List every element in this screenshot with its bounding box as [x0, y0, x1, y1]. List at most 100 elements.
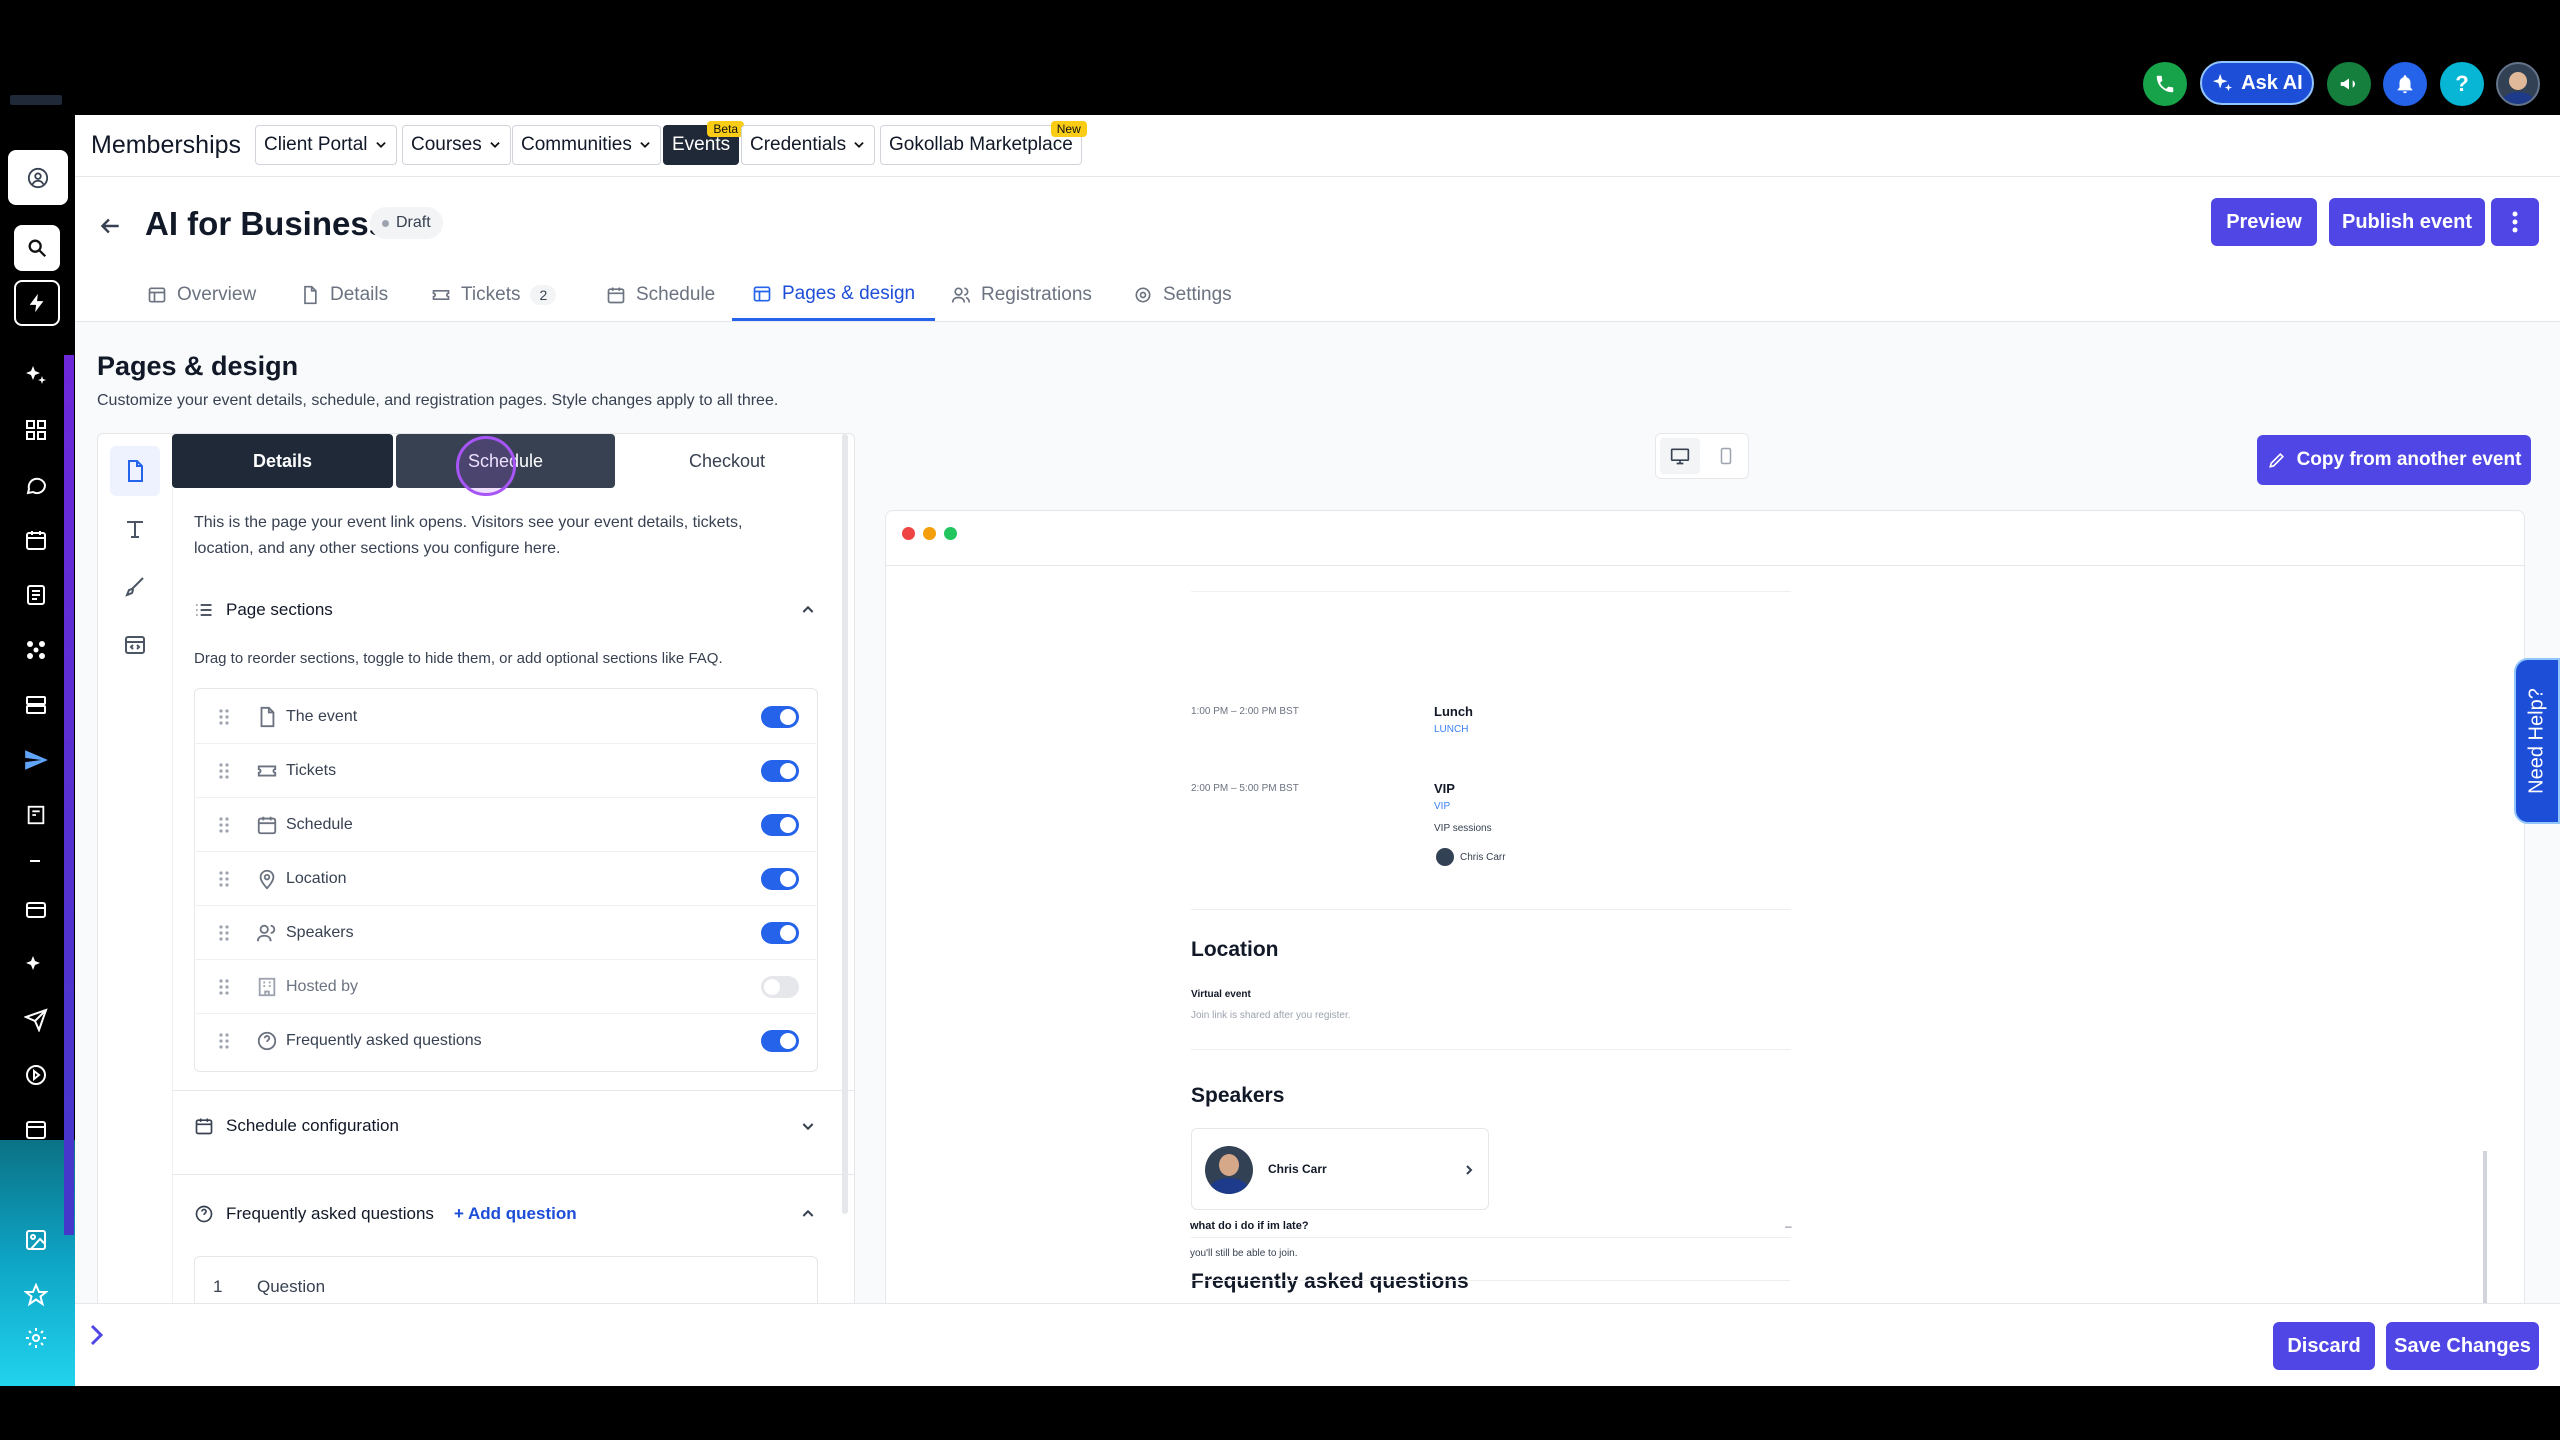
section-toggle[interactable] [761, 867, 799, 890]
page-sections-header[interactable]: Page sections [194, 590, 818, 630]
contacts-icon[interactable] [16, 575, 56, 615]
drag-handle-icon[interactable] [218, 977, 230, 997]
rail-divider [30, 860, 40, 862]
section-row-faq[interactable]: Frequently asked questions [194, 1014, 818, 1068]
section-toggle[interactable] [761, 705, 799, 728]
schedule-description-2: VIP sessions [1434, 823, 1492, 834]
account-switcher[interactable] [8, 150, 68, 205]
add-question-button[interactable]: + Add question [454, 1204, 577, 1224]
segment-schedule[interactable]: Schedule [396, 434, 615, 496]
editor-divider [172, 434, 173, 1312]
faq-collapse-toggle[interactable]: – [1785, 1219, 1792, 1233]
schedule-config-title: Schedule configuration [226, 1116, 399, 1135]
location-note: Join link is shared after you register. [1191, 1010, 1351, 1021]
question-icon [195, 1205, 213, 1223]
tab-pages-design[interactable]: Pages & design [732, 269, 936, 321]
megaphone-icon[interactable] [2327, 62, 2371, 106]
beta-badge: Beta [707, 121, 745, 137]
help-button[interactable]: ? [2440, 62, 2484, 106]
phone-icon[interactable] [2143, 62, 2187, 106]
ai-agent-icon[interactable] [16, 945, 56, 985]
desktop-view-button[interactable] [1660, 438, 1700, 474]
subnav-communities[interactable]: Communities [512, 125, 661, 165]
section-row-schedule[interactable]: Schedule [194, 798, 818, 852]
drag-handle-icon[interactable] [218, 707, 230, 727]
schedule-config-header[interactable]: Schedule configuration [194, 1106, 818, 1146]
calendar-icon[interactable] [16, 520, 56, 560]
search-icon[interactable] [14, 225, 60, 271]
section-toggle[interactable] [761, 975, 799, 998]
discard-button[interactable]: Discard [2273, 1322, 2375, 1370]
calendar-icon [607, 287, 625, 304]
ask-ai-label: Ask AI [2241, 71, 2303, 94]
tab-overview[interactable]: Overview [147, 269, 256, 321]
automation-icon[interactable] [16, 1055, 56, 1095]
sparkle-icon [2213, 73, 2233, 92]
subnav-events[interactable]: Events Beta [663, 121, 745, 165]
drag-handle-icon[interactable] [218, 815, 230, 835]
section-toggle[interactable] [761, 759, 799, 782]
tab-schedule[interactable]: Schedule [606, 269, 715, 321]
lightning-icon[interactable] [14, 280, 60, 326]
bell-icon[interactable] [2383, 62, 2427, 106]
tab-registrations[interactable]: Registrations [951, 269, 1092, 321]
editor-scrollbar[interactable] [842, 434, 848, 1214]
layout-icon [148, 287, 166, 303]
save-changes-button[interactable]: Save Changes [2386, 1322, 2539, 1370]
copy-from-event-button[interactable]: Copy from another event [2257, 435, 2531, 485]
network-icon[interactable] [16, 630, 56, 670]
report-icon[interactable] [16, 795, 56, 835]
subnav-marketplace[interactable]: Gokollab Marketplace New [880, 121, 1087, 165]
drag-handle-icon[interactable] [218, 869, 230, 889]
section-row-tickets[interactable]: Tickets [194, 744, 818, 798]
schedule-time-2: 2:00 PM – 5:00 PM BST [1191, 783, 1299, 794]
segment-checkout[interactable]: Checkout [618, 434, 836, 488]
back-arrow-icon[interactable] [97, 213, 123, 239]
layout-icon [753, 286, 771, 301]
page-document-icon[interactable] [110, 446, 160, 496]
drag-handle-icon[interactable] [218, 761, 230, 781]
billing-icon[interactable] [16, 890, 56, 930]
embed-code-icon[interactable] [110, 620, 160, 670]
expand-rail-button[interactable] [85, 1322, 107, 1348]
dashboard-icon[interactable] [16, 410, 56, 450]
tab-details[interactable]: Details [300, 269, 388, 321]
faq-header[interactable]: Frequently asked questions + Add questio… [194, 1194, 818, 1234]
drag-handle-icon[interactable] [218, 923, 230, 943]
click-indicator [456, 436, 516, 496]
section-row-the-event[interactable]: The event [194, 690, 818, 744]
more-options-button[interactable] [2491, 198, 2539, 246]
subnav-courses[interactable]: Courses [402, 125, 511, 165]
speaker-card[interactable]: Chris Carr [1191, 1128, 1489, 1210]
location-heading: Location [1191, 938, 1279, 961]
drag-handle-icon[interactable] [218, 1031, 230, 1051]
segment-details[interactable]: Details [172, 434, 393, 488]
footer-bar: Discard Save Changes [75, 1303, 2560, 1386]
mobile-view-button[interactable] [1706, 438, 1746, 474]
ask-ai-button[interactable]: Ask AI [2200, 61, 2314, 105]
section-row-hosted-by[interactable]: Hosted by [194, 960, 818, 1014]
subnav-client-portal[interactable]: Client Portal [255, 125, 397, 165]
paper-plane-icon[interactable] [16, 1000, 56, 1040]
preview-button[interactable]: Preview [2211, 198, 2317, 246]
server-icon[interactable] [16, 685, 56, 725]
section-row-location[interactable]: Location [194, 852, 818, 906]
close-dot [902, 527, 915, 540]
tab-tickets[interactable]: Tickets 2 [431, 269, 557, 321]
need-help-tab[interactable]: Need Help? [2514, 658, 2560, 824]
section-toggle[interactable] [761, 921, 799, 944]
subnav-credentials[interactable]: Credentials [741, 125, 876, 165]
editor-panel: Details Schedule Checkout This is the pa… [97, 433, 855, 1313]
user-avatar[interactable] [2496, 62, 2540, 106]
tab-settings[interactable]: Settings [1133, 269, 1232, 321]
chat-icon[interactable] [16, 465, 56, 505]
brush-icon[interactable] [110, 562, 160, 612]
sparkles-icon[interactable] [16, 355, 56, 395]
section-toggle[interactable] [761, 813, 799, 836]
publish-event-button[interactable]: Publish event [2329, 198, 2485, 246]
faq-question[interactable]: what do i do if im late? [1190, 1220, 1309, 1232]
section-row-speakers[interactable]: Speakers [194, 906, 818, 960]
typography-icon[interactable] [110, 504, 160, 554]
section-toggle[interactable] [761, 1030, 799, 1052]
send-icon[interactable] [16, 740, 56, 780]
